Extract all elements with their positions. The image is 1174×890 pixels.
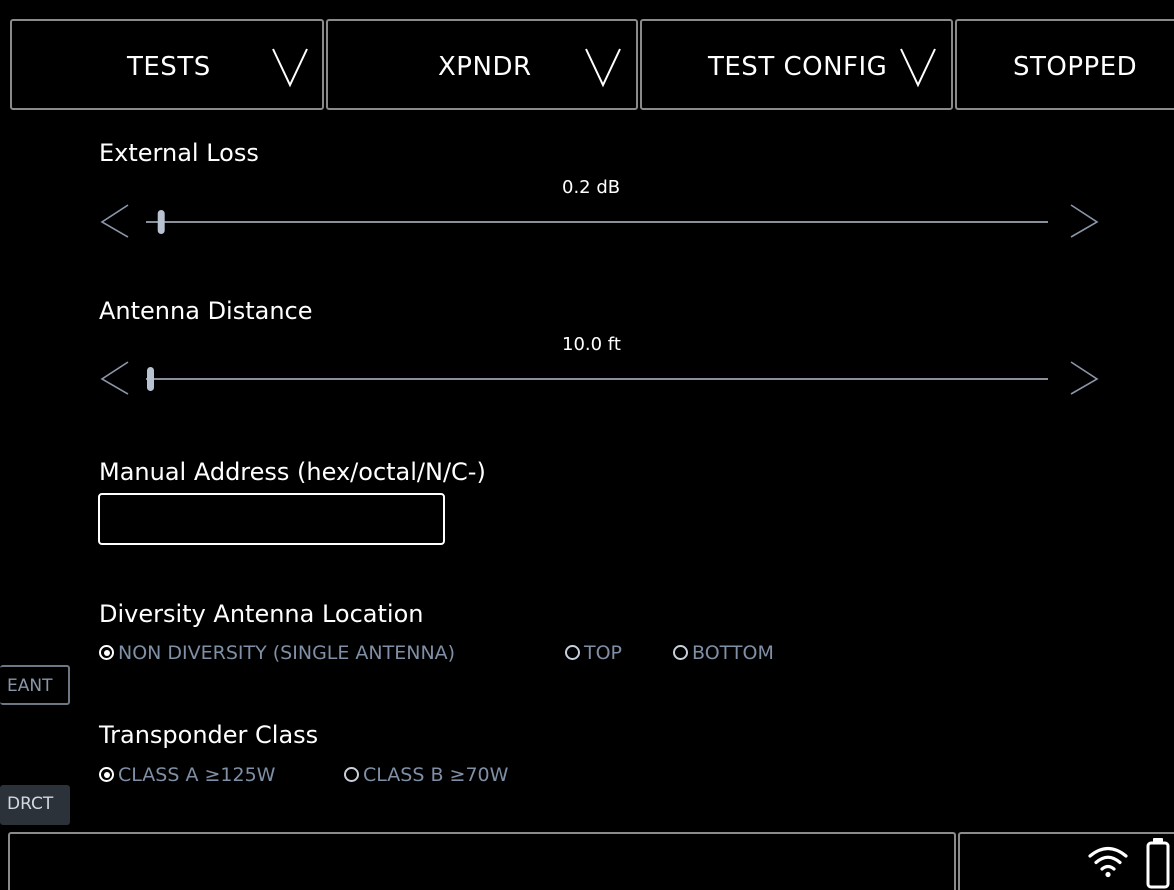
- test-config-dropdown-button[interactable]: TEST CONFIG: [640, 19, 953, 110]
- radio-class-a[interactable]: CLASS A ≥125W: [99, 764, 275, 786]
- tests-dropdown-button[interactable]: TESTS: [10, 19, 324, 110]
- radio-class-b[interactable]: CLASS B ≥70W: [344, 764, 508, 786]
- radio-selected-icon: [99, 645, 114, 660]
- increment-arrow-icon[interactable]: [1070, 361, 1099, 395]
- antenna-distance-value: 10.0 ft: [562, 334, 621, 355]
- xpndr-label: XPNDR: [438, 52, 532, 82]
- radio-non-diversity[interactable]: NON DIVERSITY (SINGLE ANTENNA): [99, 642, 455, 664]
- run-status-button[interactable]: STOPPED: [955, 19, 1174, 110]
- transponder-class-radio-group: CLASS A ≥125W CLASS B ≥70W: [99, 764, 599, 790]
- chevron-down-icon: [585, 48, 621, 88]
- radio-selected-icon: [99, 767, 114, 782]
- manual-address-label: Manual Address (hex/octal/N/C-): [99, 458, 486, 486]
- external-loss-value: 0.2 dB: [562, 177, 621, 198]
- external-loss-label: External Loss: [99, 139, 259, 167]
- tests-label: TESTS: [127, 52, 211, 82]
- radio-bottom[interactable]: BOTTOM: [673, 642, 774, 664]
- decrement-arrow-icon[interactable]: [100, 361, 129, 395]
- run-status-label: STOPPED: [1013, 52, 1138, 82]
- radio-unselected-icon: [344, 767, 359, 782]
- chevron-down-icon: [272, 48, 308, 88]
- radio-unselected-icon: [673, 645, 688, 660]
- diversity-radio-group: NON DIVERSITY (SINGLE ANTENNA) TOP BOTTO…: [99, 642, 859, 668]
- wifi-icon: [1088, 846, 1128, 878]
- eant-button[interactable]: EANT: [0, 665, 70, 705]
- radio-label: CLASS B ≥70W: [363, 764, 509, 786]
- transponder-class-label: Transponder Class: [99, 721, 319, 749]
- external-loss-slider[interactable]: [96, 200, 1106, 240]
- xpndr-dropdown-button[interactable]: XPNDR: [326, 19, 638, 110]
- radio-top[interactable]: TOP: [565, 642, 622, 664]
- radio-label: CLASS A ≥125W: [118, 764, 276, 786]
- diversity-antenna-label: Diversity Antenna Location: [99, 600, 424, 628]
- antenna-distance-slider[interactable]: [96, 357, 1106, 397]
- chevron-down-icon: [900, 48, 936, 88]
- status-message-bar: [8, 832, 956, 890]
- radio-label: BOTTOM: [692, 642, 774, 664]
- increment-arrow-icon[interactable]: [1070, 204, 1099, 238]
- battery-icon: [1146, 838, 1170, 889]
- radio-label: TOP: [584, 642, 623, 664]
- manual-address-input[interactable]: [98, 493, 445, 545]
- drct-button[interactable]: DRCT: [0, 785, 70, 825]
- system-status-panel: [958, 832, 1174, 890]
- test-config-label: TEST CONFIG: [708, 52, 888, 82]
- slider-thumb[interactable]: [157, 210, 165, 234]
- radio-label: NON DIVERSITY (SINGLE ANTENNA): [118, 642, 456, 664]
- decrement-arrow-icon[interactable]: [100, 204, 129, 238]
- slider-thumb[interactable]: [147, 367, 154, 391]
- radio-unselected-icon: [565, 645, 580, 660]
- antenna-distance-label: Antenna Distance: [99, 297, 313, 325]
